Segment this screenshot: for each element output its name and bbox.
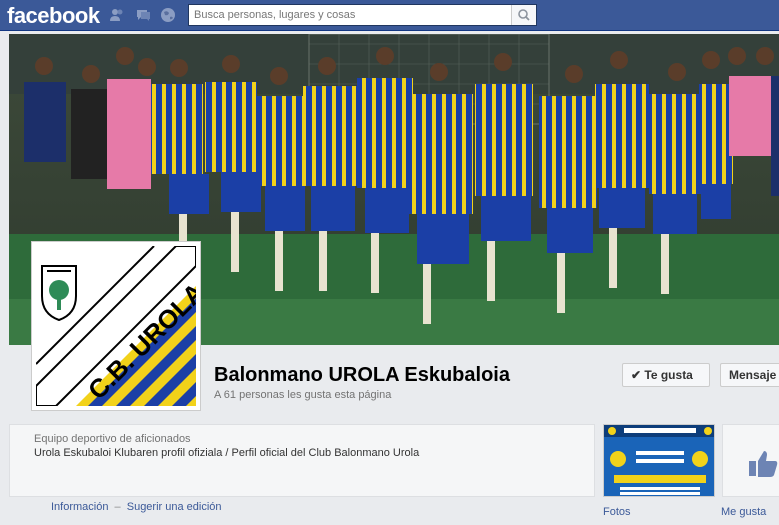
photos-thumbnail[interactable] — [603, 424, 715, 497]
page-title: Balonmano UROLA Eskubaloia — [214, 364, 510, 386]
likes-label[interactable]: Me gusta — [721, 506, 766, 518]
suggest-edit-link[interactable]: Sugerir una edición — [127, 501, 222, 513]
search-box — [188, 4, 537, 26]
poster-image — [604, 425, 714, 496]
thumbs-up-icon — [749, 451, 778, 477]
photos-label[interactable]: Fotos — [603, 506, 631, 518]
profile-picture[interactable]: C.B. UROLA E.T. — [31, 241, 201, 411]
like-button[interactable]: ✔ Te gusta — [622, 363, 710, 387]
message-button[interactable]: Mensaje — [720, 363, 779, 387]
page-likes-count[interactable]: A 61 personas les gusta esta página — [214, 389, 391, 401]
about-box: Equipo deportivo de aficionados Urola Es… — [9, 424, 595, 497]
about-links: Información – Sugerir una edición — [51, 501, 222, 513]
page-description: Urola Eskubaloi Klubaren profil ofiziala… — [34, 447, 420, 459]
facebook-logo[interactable]: facebook — [7, 3, 100, 29]
club-logo: C.B. UROLA E.T. — [36, 246, 196, 406]
checkmark-icon: ✔ — [631, 368, 642, 382]
search-icon — [518, 9, 530, 21]
top-bar: facebook — [0, 0, 779, 31]
page-category: Equipo deportivo de aficionados — [34, 433, 191, 445]
friend-requests-icon[interactable] — [109, 7, 125, 23]
likes-thumbnail[interactable] — [722, 424, 779, 497]
link-separator: – — [114, 501, 121, 513]
info-link[interactable]: Información — [51, 501, 108, 513]
messages-icon[interactable] — [135, 7, 151, 23]
notifications-globe-icon[interactable] — [160, 7, 176, 23]
search-input[interactable] — [189, 5, 511, 25]
search-button[interactable] — [511, 5, 536, 25]
